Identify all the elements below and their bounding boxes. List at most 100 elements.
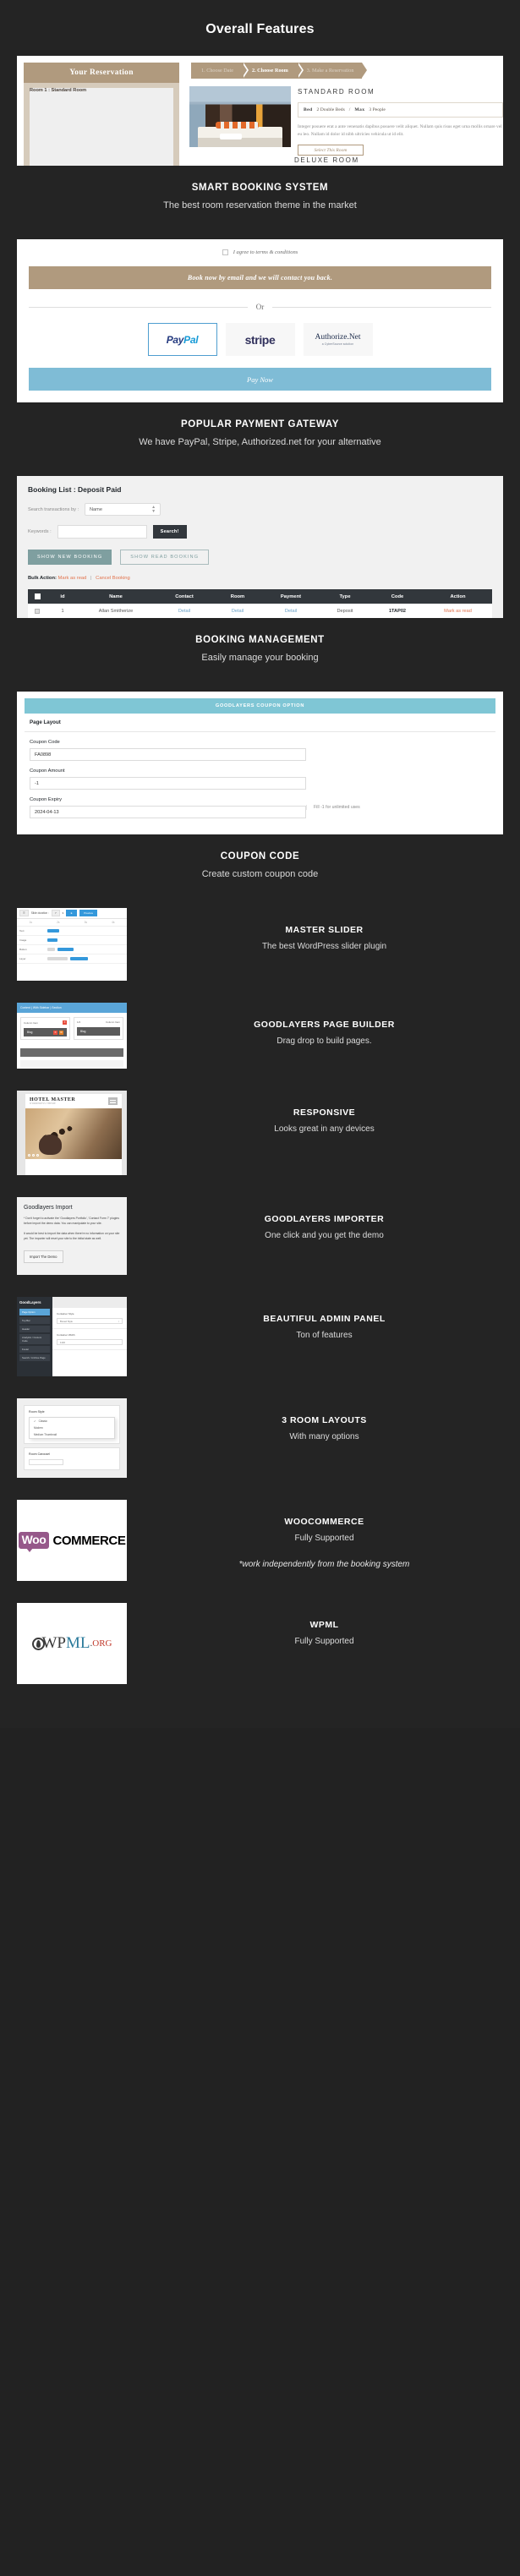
admin-menu-item[interactable]: Top Bar xyxy=(19,1317,50,1324)
or-divider: Or xyxy=(29,303,491,311)
site-tagline: WORDPRESS THEME xyxy=(30,1102,57,1105)
container-style-label: Container Style xyxy=(57,1312,74,1315)
cell-room-link[interactable]: Detail xyxy=(212,609,263,614)
feature-wpml: WP ML. ORG WPML Fully Supported xyxy=(0,1603,520,1684)
coupon-amount-input[interactable]: -1 xyxy=(30,777,306,790)
coupon-expiry-input[interactable]: 2024-04-13 xyxy=(30,806,306,818)
cell-id: 1 xyxy=(61,608,64,614)
col-payment: Payment xyxy=(280,593,302,599)
importer-paragraph-2: It would be best to import the data when… xyxy=(24,1231,120,1240)
builder-item[interactable]: Blog xyxy=(77,1027,120,1036)
show-read-booking-button[interactable]: SHOW READ BOOKING xyxy=(120,550,210,565)
master-slider-screenshot: ☰ Slide duration : 7 s ► Preview 1s 2s 3… xyxy=(17,908,127,981)
builder-footer-strip xyxy=(20,1060,123,1067)
play-icon[interactable]: ► xyxy=(66,910,78,916)
container-width-input[interactable]: 1140 xyxy=(57,1339,123,1345)
preview-button[interactable]: Preview xyxy=(79,910,97,916)
bed-value: 2 Double Beds xyxy=(316,107,345,112)
coupon-code-input[interactable]: FA0898 xyxy=(30,748,306,761)
room-photo xyxy=(189,86,291,147)
slider-dot[interactable] xyxy=(28,1154,30,1157)
step-make-reservation[interactable]: 3. Make a Reservation xyxy=(296,63,369,79)
caption-title: POPULAR PAYMENT GATEWAY xyxy=(181,419,339,429)
builder-item[interactable]: Blog ⚙ ✕ xyxy=(24,1028,67,1036)
room-style-option[interactable]: Medium Thumbnail xyxy=(30,1431,114,1438)
booking-table: id Name Contact Room Payment Type Code A… xyxy=(28,589,492,618)
keywords-input[interactable] xyxy=(57,525,147,539)
authorizenet-option[interactable]: Authorize.Net a CyberSource solution xyxy=(303,323,373,356)
show-new-booking-button[interactable]: SHOW NEW BOOKING xyxy=(28,550,112,565)
woo-mark: Woo xyxy=(18,1532,50,1552)
timeline-track[interactable]: Text xyxy=(17,927,127,936)
slider-dot[interactable] xyxy=(36,1154,39,1157)
admin-panel-screenshot: GoodLayers Page Option Top Bar Header An… xyxy=(17,1297,127,1376)
col-action: Action xyxy=(450,593,466,599)
payment-screenshot: I agree to terms & conditions Book now b… xyxy=(17,239,503,402)
admin-sidebar: GoodLayers Page Option Top Bar Header An… xyxy=(17,1297,52,1376)
admin-menu-item[interactable]: Footer xyxy=(19,1346,50,1353)
room-style-dropdown[interactable]: Classic Modern Medium Thumbnail xyxy=(29,1417,115,1439)
spinner-icon: ↕ xyxy=(118,1319,119,1323)
timeline-track[interactable]: Image xyxy=(17,936,127,945)
gear-icon[interactable]: ⚙ xyxy=(59,1031,63,1035)
cell-payment-link[interactable]: Detail xyxy=(263,609,319,614)
stripe-option[interactable]: stripe xyxy=(225,323,295,356)
col-code: Code xyxy=(391,593,404,599)
book-by-email-button[interactable]: Book now by email and we will contact yo… xyxy=(29,266,491,289)
cell-contact-link[interactable]: Detail xyxy=(156,609,212,614)
builder-column[interactable]: 1/2 Column Item Blog xyxy=(74,1017,123,1040)
container-style-select[interactable]: Boxed Style ↕ xyxy=(57,1318,123,1324)
select-room-button[interactable]: Select This Room xyxy=(298,145,364,156)
coupon-expiry-label: Coupon Expiry xyxy=(30,797,63,802)
search-button[interactable]: Search! xyxy=(152,525,187,539)
feature-title: GOODLAYERS PAGE BUILDER xyxy=(254,1020,395,1030)
close-icon[interactable]: ✕ xyxy=(63,1020,67,1025)
ruler-tick: 2s xyxy=(57,921,60,924)
admin-panel-header xyxy=(52,1297,127,1308)
woocommerce-logo-card: Woo COMMERCE xyxy=(17,1500,127,1581)
table-row: 1 Allan Smitherize Detail Detail Detail … xyxy=(28,604,492,618)
booking-management-block: Booking List : Deposit Paid Search trans… xyxy=(0,476,520,663)
feature-room-layouts: Room Style Classic Modern Medium Thumbna… xyxy=(0,1398,520,1478)
step-choose-date[interactable]: 1. Choose Date xyxy=(191,63,249,79)
step-choose-room[interactable]: 2. Choose Room xyxy=(241,63,304,79)
hamburger-menu-icon[interactable] xyxy=(108,1097,118,1105)
feature-caption: BEAUTIFUL ADMIN PANEL Ton of features xyxy=(127,1297,503,1340)
pay-now-button[interactable]: Pay Now xyxy=(29,368,491,391)
room-carousel-input[interactable] xyxy=(29,1459,63,1465)
terms-label: I agree to terms & conditions xyxy=(233,249,298,255)
builder-column[interactable]: Column Item ✕ Blog ⚙ ✕ xyxy=(20,1017,70,1040)
slider-dot[interactable] xyxy=(32,1154,35,1157)
admin-menu-item[interactable]: Header xyxy=(19,1326,50,1332)
close-icon[interactable]: ✕ xyxy=(53,1031,57,1035)
paypal-option[interactable]: PayPal xyxy=(147,323,217,356)
track-label: Layer xyxy=(19,957,26,960)
slider-dots[interactable] xyxy=(28,1154,39,1157)
coupon-amount-value: -1 xyxy=(35,780,39,786)
caption-sub: We have PayPal, Stripe, Authorized.net f… xyxy=(139,437,381,447)
room-style-option[interactable]: Modern xyxy=(30,1425,114,1431)
search-by-select[interactable]: Name ▲ ▼ xyxy=(85,503,161,516)
cell-action-link[interactable]: Mark as read xyxy=(424,609,492,614)
admin-menu-item[interactable]: Analytics / Custom Code xyxy=(19,1334,50,1344)
timeline-track[interactable]: Button xyxy=(17,945,127,954)
terms-checkbox[interactable] xyxy=(222,249,228,255)
payment-caption: POPULAR PAYMENT GATEWAY We have PayPal, … xyxy=(17,402,503,447)
slide-duration-input[interactable]: 7 xyxy=(51,910,60,916)
wpml-logo-card: WP ML. ORG xyxy=(17,1603,127,1684)
bulk-cancel-link[interactable]: Cancel Booking xyxy=(96,576,130,581)
coupon-code-value: FA0898 xyxy=(35,752,52,757)
admin-menu-item[interactable]: Search / Archive Page xyxy=(19,1354,50,1361)
import-demo-button[interactable]: Import The Demo xyxy=(24,1250,63,1263)
coupon-section-label: Page Layout xyxy=(25,714,495,732)
max-label: Max xyxy=(354,107,365,112)
authorizenet-tagline: a CyberSource solution xyxy=(321,342,354,346)
ruler-tick: 1s xyxy=(29,921,32,924)
room-style-option[interactable]: Classic xyxy=(30,1418,114,1425)
bulk-mark-read-link[interactable]: Mark as read xyxy=(58,576,87,581)
select-all-checkbox[interactable] xyxy=(28,593,50,599)
search-by-label: Search transactions by : xyxy=(28,506,79,512)
admin-menu-item[interactable]: Page Option xyxy=(19,1309,50,1315)
row-checkbox[interactable] xyxy=(28,608,50,614)
timeline-track[interactable]: Layer xyxy=(17,954,127,964)
